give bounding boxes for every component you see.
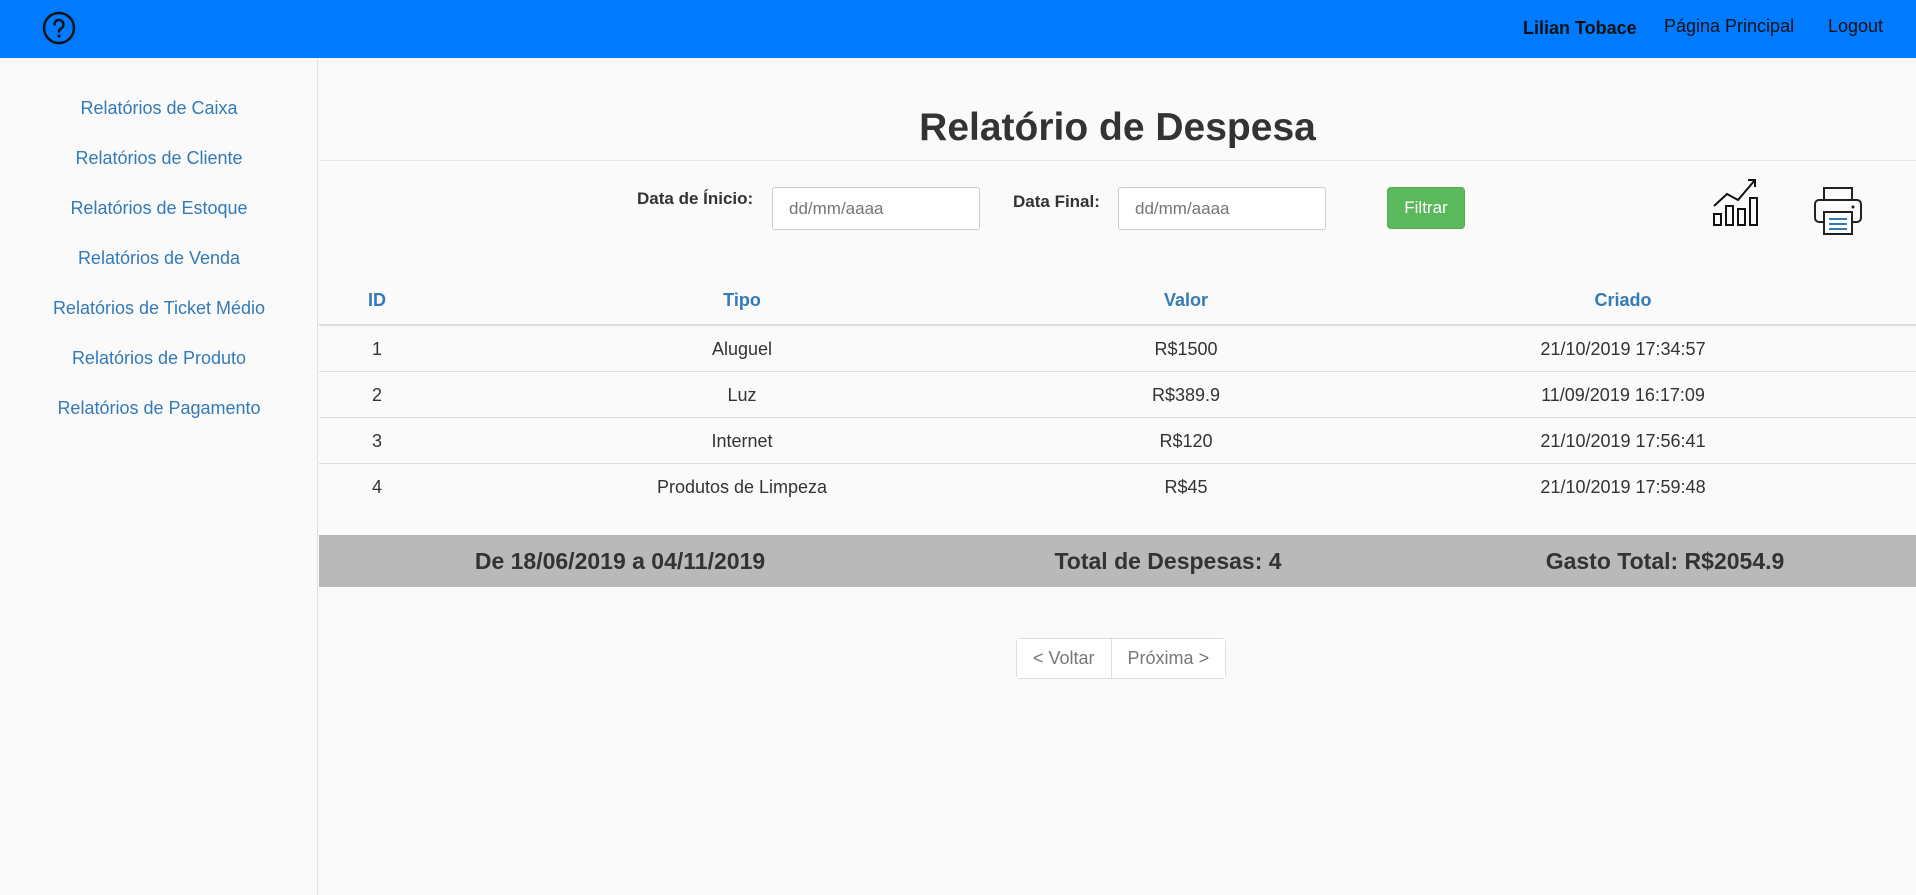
cell-criado: 21/10/2019 17:59:48 [1540, 477, 1706, 497]
cell-valor: R$45 [1164, 477, 1208, 497]
main-content: Relatório de Despesa Data de Ínicio: Dat… [319, 58, 1916, 895]
sidebar-item-caixa[interactable]: Relatórios de Caixa [0, 98, 318, 119]
cell-criado: 21/10/2019 17:56:41 [1540, 431, 1706, 451]
column-header-id[interactable]: ID [368, 290, 386, 311]
summary-total-count: Total de Despesas: 4 [1054, 548, 1282, 574]
summary-total-spent: Gasto Total: R$2054.9 [1545, 548, 1785, 574]
cell-tipo: Produtos de Limpeza [656, 477, 828, 497]
sidebar-item-produto[interactable]: Relatórios de Produto [0, 348, 318, 369]
filter-button[interactable]: Filtrar [1387, 187, 1465, 229]
pagination-next-button[interactable]: Próxima > [1110, 639, 1226, 678]
sidebar-item-venda[interactable]: Relatórios de Venda [0, 248, 318, 269]
start-date-label: Data de Ínicio: [637, 189, 754, 208]
start-date-input[interactable] [772, 187, 980, 230]
cell-criado: 11/09/2019 16:17:09 [1541, 385, 1705, 405]
top-navbar: Lilian Tobace Página Principal Logout [0, 0, 1916, 58]
page-title: Relatório de Despesa [919, 106, 1316, 149]
cell-id: 2 [371, 385, 383, 405]
cell-id: 3 [371, 431, 383, 451]
column-header-valor[interactable]: Valor [1164, 290, 1208, 311]
table-row: 3 Internet R$120 21/10/2019 17:56:41 [319, 418, 1916, 464]
cell-valor: R$1500 [1154, 339, 1218, 359]
table-row: 1 Aluguel R$1500 21/10/2019 17:34:57 [319, 326, 1916, 372]
summary-period: De 18/06/2019 a 04/11/2019 [474, 548, 766, 574]
sidebar-item-estoque[interactable]: Relatórios de Estoque [0, 198, 318, 219]
column-header-tipo[interactable]: Tipo [723, 290, 761, 311]
question-circle-icon[interactable] [41, 10, 77, 46]
table-row: 2 Luz R$389.9 11/09/2019 16:17:09 [319, 372, 1916, 418]
chart-trend-up-icon[interactable] [1711, 176, 1759, 226]
pagination: < Voltar Próxima > [1016, 638, 1227, 679]
cell-valor: R$389.9 [1151, 385, 1221, 405]
title-divider [319, 160, 1916, 161]
end-date-label: Data Final: [1013, 192, 1100, 211]
cell-criado: 21/10/2019 17:34:57 [1540, 339, 1706, 359]
table-row: 4 Produtos de Limpeza R$45 21/10/2019 17… [319, 464, 1916, 510]
nav-home-link[interactable]: Página Principal [1664, 16, 1794, 37]
sidebar-item-cliente[interactable]: Relatórios de Cliente [0, 148, 318, 169]
cell-valor: R$120 [1159, 431, 1213, 451]
printer-icon[interactable] [1813, 186, 1863, 236]
cell-id: 1 [371, 339, 383, 359]
nav-logout-link[interactable]: Logout [1828, 16, 1883, 37]
cell-tipo: Aluguel [711, 339, 773, 359]
sidebar-item-ticket-medio[interactable]: Relatórios de Ticket Médio [0, 298, 318, 319]
cell-tipo: Luz [727, 385, 757, 405]
pagination-prev-button[interactable]: < Voltar [1017, 639, 1111, 678]
cell-tipo: Internet [711, 431, 773, 451]
summary-bar: De 18/06/2019 a 04/11/2019 Total de Desp… [319, 535, 1916, 587]
end-date-input[interactable] [1118, 187, 1326, 230]
cell-id: 4 [371, 477, 383, 497]
sidebar: Relatórios de Caixa Relatórios de Client… [0, 58, 318, 895]
column-header-criado[interactable]: Criado [1594, 290, 1651, 311]
user-name: Lilian Tobace [1523, 18, 1637, 38]
sidebar-item-pagamento[interactable]: Relatórios de Pagamento [0, 398, 318, 419]
